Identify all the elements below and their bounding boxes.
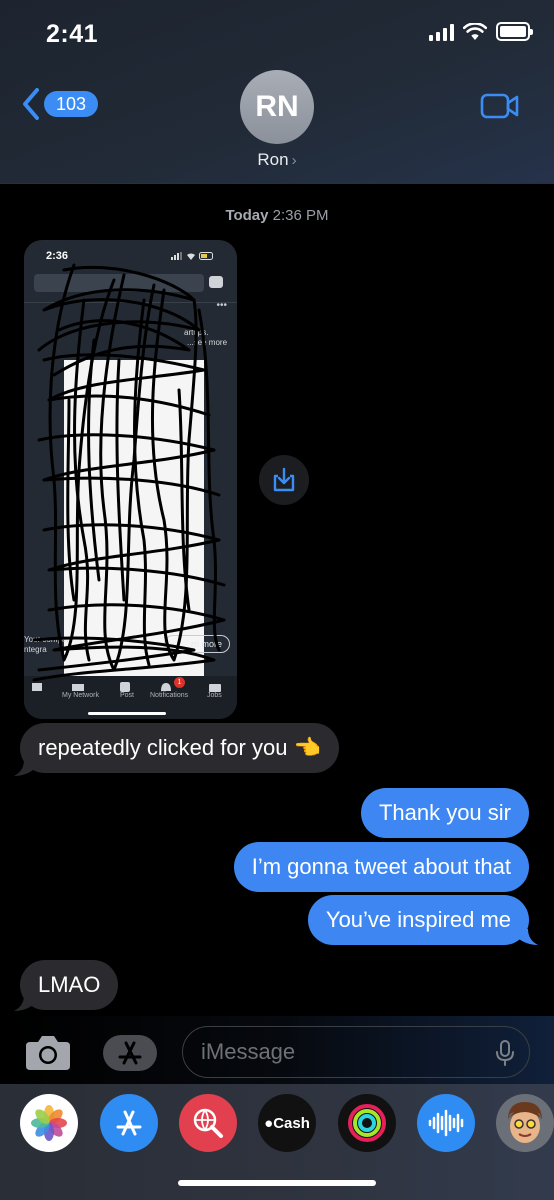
wifi-icon [463, 23, 487, 40]
status-icons [429, 22, 533, 41]
message-bubble-outgoing[interactable]: Thank you sir [360, 788, 529, 838]
back-button[interactable]: 103 [22, 88, 99, 120]
contact-name-label: Ron [257, 150, 289, 169]
app-store-drawer-button[interactable] [103, 1035, 157, 1071]
message-bubble-incoming[interactable]: repeatedly clicked for you 👈 [20, 723, 339, 773]
home-indicator[interactable] [178, 1180, 376, 1186]
save-attachment-button[interactable] [259, 455, 309, 505]
web-search-app-button[interactable] [179, 1094, 237, 1152]
contact-avatar[interactable]: RN [240, 70, 314, 144]
message-input-bar [0, 1016, 554, 1088]
memoji-icon [508, 1102, 542, 1143]
battery-icon [496, 22, 533, 41]
bubble-tail [14, 760, 34, 776]
app-store-app-button[interactable] [100, 1094, 158, 1152]
chevron-right-icon: › [291, 152, 297, 169]
message-bubble-outgoing[interactable]: I’m gonna tweet about that [233, 842, 529, 892]
chevron-left-icon [23, 88, 39, 120]
screenshot-attachment[interactable]: 2:36 ••• artups. ...see more Your compet… [24, 240, 237, 719]
timestamp-day: Today [225, 207, 269, 224]
apple-cash-icon: ●Cash [264, 1114, 310, 1132]
unread-count-badge: 103 [44, 91, 99, 117]
photos-app-button[interactable] [20, 1094, 78, 1152]
activity-app-button[interactable] [338, 1094, 396, 1152]
dictation-button[interactable] [495, 1039, 515, 1072]
download-icon [273, 467, 295, 492]
imessage-input[interactable] [201, 1037, 471, 1067]
waveform-icon [428, 1109, 464, 1137]
photos-icon [31, 1105, 67, 1141]
timestamp-time: 2:36 PM [272, 207, 329, 224]
app-store-icon [118, 1041, 142, 1065]
bubble-tail [518, 929, 538, 945]
message-timestamp: Today 2:36 PM [0, 207, 554, 224]
message-bubble-outgoing[interactable]: You’ve inspired me [307, 895, 529, 945]
scribble-redaction [32, 263, 226, 682]
conversation-header: 2:41 103 RN Ron › [0, 0, 554, 184]
message-bubble-incoming[interactable]: LMAO [20, 960, 119, 1010]
cellular-signal-icon [429, 22, 454, 41]
globe-search-icon [193, 1108, 223, 1138]
audio-message-app-button[interactable] [417, 1094, 475, 1152]
camera-icon [26, 1036, 70, 1070]
imessage-field[interactable] [182, 1026, 530, 1078]
memoji-app-button[interactable] [496, 1094, 554, 1152]
camera-button[interactable] [24, 1033, 72, 1076]
facetime-video-button[interactable] [480, 93, 520, 124]
video-camera-icon [480, 93, 519, 119]
microphone-icon [496, 1040, 514, 1066]
bubble-tail [14, 995, 34, 1011]
status-time: 2:41 [46, 20, 99, 48]
activity-rings-icon [348, 1104, 386, 1142]
apple-cash-label: Cash [273, 1114, 310, 1132]
contact-name[interactable]: Ron › [0, 150, 554, 170]
apple-cash-app-button[interactable]: ●Cash [258, 1094, 316, 1152]
app-store-icon [116, 1110, 142, 1136]
